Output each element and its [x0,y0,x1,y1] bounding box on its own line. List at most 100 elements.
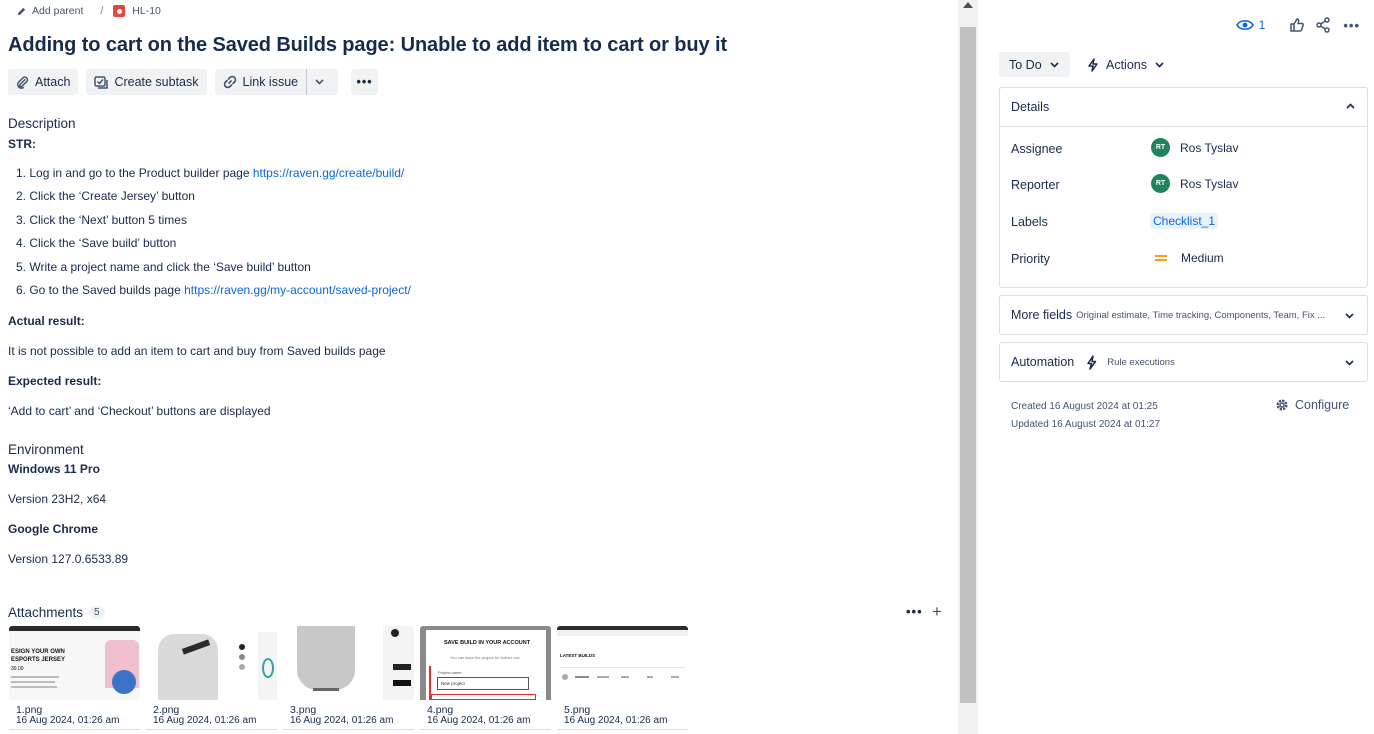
thumb-text: LATEST BUILDS [560,653,596,658]
priority-value: Medium [1181,251,1224,265]
attachment-card[interactable]: SAVE BUILD IN YOUR ACCOUNT You can save … [420,626,551,730]
status-dropdown[interactable]: To Do [999,52,1070,77]
attachments-strip: ESIGN YOUR OWN ESPORTS JERSEY 39.00 1.pn… [9,626,694,730]
more-fields-panel[interactable]: More fields Original estimate, Time trac… [999,295,1368,335]
reporter-name: Ros Tyslav [1180,176,1239,191]
scroll-up-arrow[interactable] [963,2,973,8]
thumb-text: You can save the project for further use [450,655,520,660]
scrollbar-thumb[interactable] [960,27,976,703]
more-fields-title: More fields [1011,308,1073,322]
attachment-thumbnail: ESIGN YOUR OWN ESPORTS JERSEY 39.00 [9,626,140,700]
avatar: RT [1151,174,1170,193]
actions-label: Actions [1106,57,1147,72]
thumbs-up-icon[interactable] [1289,17,1305,33]
step-text: 3. Click the ‘Next’ button 5 times [16,212,187,227]
issue-sidebar: 1 ••• To Do Actions Details Assignee RT … [978,0,1374,734]
assignee-label: Assignee [1011,142,1063,156]
attachment-thumbnail: LATEST BUILDS [557,626,688,700]
issue-toolbar: Attach Create subtask Link issue ••• [8,69,386,95]
builder-link[interactable]: https://raven.gg/create/build/ [253,166,404,180]
reporter-label: Reporter [1011,178,1060,192]
paperclip-icon [17,75,29,89]
chevron-down-icon [1345,313,1354,319]
details-header[interactable]: Details [1000,88,1367,127]
priority-field[interactable]: Medium [1151,251,1224,265]
pencil-icon [17,7,26,15]
assignee-field[interactable]: RT Ros Tyslav [1151,138,1238,157]
bug-icon [113,5,126,17]
share-icon[interactable] [1315,17,1331,33]
attachments-count-badge: 5 [89,606,105,619]
thumb-text: 39.00 [11,666,24,672]
automation-title: Automation [1011,355,1075,369]
attachment-card[interactable]: LATEST BUILDS 5.png 16 Aug 2024, 01:26 a… [557,626,688,730]
link-issue-dropdown[interactable] [306,69,339,95]
attachment-thumbnail [146,626,277,700]
more-menu-button[interactable]: ••• [1343,18,1360,33]
breadcrumb: Add parent / HL-10 [16,5,161,17]
add-parent-link[interactable]: Add parent [32,5,83,17]
browser-name: Google Chrome [8,522,99,536]
step-text: 1. Log in and go to the Product builder … [16,166,253,180]
issue-key-link[interactable]: HL-10 [132,5,161,17]
eye-icon [1235,20,1254,30]
lightning-icon [1088,57,1098,72]
attach-button[interactable]: Attach [8,69,79,95]
step-text: 5. Write a project name and click the ‘S… [16,259,311,274]
chevron-down-icon [315,79,324,85]
chevron-down-icon [1155,61,1164,68]
step-text: 4. Click the ‘Save build’ button [16,236,177,251]
assignee-name: Ros Tyslav [1180,140,1239,155]
label-chip[interactable]: Checklist_1 [1150,213,1219,229]
reporter-field[interactable]: RT Ros Tyslav [1151,174,1238,193]
configure-label: Configure [1295,398,1350,412]
create-subtask-button[interactable]: Create subtask [86,69,207,95]
attachment-date: 16 Aug 2024, 01:26 am [427,715,531,726]
add-attachment-button[interactable]: + [932,602,942,622]
attachments-more-button[interactable]: ••• [906,604,923,619]
issue-title[interactable]: Adding to cart on the Saved Builds page:… [8,34,727,57]
details-title: Details [1011,100,1050,114]
automation-panel[interactable]: Automation Rule executions [999,342,1368,382]
issue-top-actions: 1 ••• [1235,17,1360,33]
environment-heading: Environment [8,442,84,457]
step-text: 6. Go to the Saved builds page [16,282,185,297]
step-item: 6. Go to the Saved builds page https://r… [16,283,411,306]
description-heading: Description [8,116,76,131]
link-issue-button[interactable]: Link issue [214,69,307,95]
attachment-card[interactable]: 2.png 16 Aug 2024, 01:26 am [146,626,277,730]
actual-result-label: Actual result: [8,314,85,328]
actions-dropdown[interactable]: Actions [1087,52,1164,77]
configure-button[interactable]: Configure [1275,398,1349,412]
expected-result-label: Expected result: [8,374,102,388]
more-fields-summary: Original estimate, Time tracking, Compon… [1076,309,1326,321]
labels-field[interactable]: Checklist_1 [1150,213,1219,229]
step-item: 1. Log in and go to the Product builder … [16,166,411,189]
more-actions-button[interactable]: ••• [351,69,379,95]
attachments-title: Attachments [8,605,84,620]
subtask-icon [94,75,109,89]
os-name: Windows 11 Pro [8,462,100,476]
thumb-text: ESPORTS JERSEY [11,657,66,663]
actual-result-text: It is not possible to add an item to car… [8,344,386,358]
watch-button[interactable]: 1 [1235,18,1265,32]
updated-date: Updated 16 August 2024 at 01:27 [1011,419,1161,430]
lightning-icon [1087,354,1097,370]
attachment-card[interactable]: ESIGN YOUR OWN ESPORTS JERSEY 39.00 1.pn… [9,626,140,730]
thumb-text: SAVE BUILD IN YOUR ACCOUNT [444,640,531,646]
details-panel: Details Assignee RT Ros Tyslav Reporter … [999,87,1368,288]
gear-icon [1276,399,1288,411]
thumb-text: Project name [438,670,462,675]
saved-projects-link[interactable]: https://raven.gg/my-account/saved-projec… [184,283,411,297]
main-scrollbar[interactable] [958,0,978,734]
avatar: RT [1151,138,1170,157]
thumb-text: New project [441,681,465,686]
chevron-down-icon [1345,360,1354,366]
issue-timestamps: Created 16 August 2024 at 01:25 Updated … [1011,398,1160,434]
str-label: STR: [8,137,36,151]
attachment-card[interactable]: 3.png 16 Aug 2024, 01:26 am [283,626,414,730]
link-issue-label: Link issue [242,75,299,89]
status-label: To Do [1009,57,1042,72]
priority-medium-icon [1155,253,1167,263]
step-item: 5. Write a project name and click the ‘S… [16,260,411,283]
